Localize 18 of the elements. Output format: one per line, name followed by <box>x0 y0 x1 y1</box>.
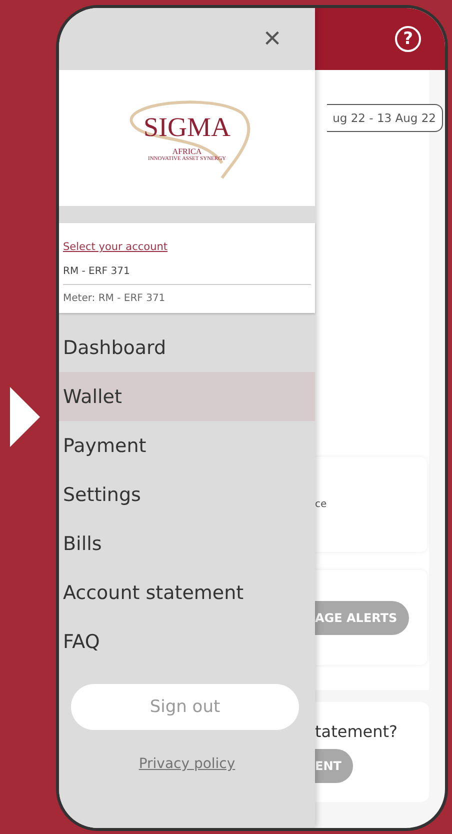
menu-item[interactable]: Account statement <box>59 568 315 617</box>
menu-item[interactable]: Settings <box>59 470 315 519</box>
logo-region: AFRICA <box>172 147 202 156</box>
meter-name: Meter: RM - ERF 371 <box>63 284 311 313</box>
close-button[interactable]: × <box>263 24 281 54</box>
menu-item[interactable]: Payment <box>59 421 315 470</box>
menu-item[interactable]: Dashboard <box>59 323 315 372</box>
account-name: RM - ERF 371 <box>63 265 131 279</box>
play-arrow-icon <box>10 387 40 447</box>
menu-item[interactable]: FAQ <box>59 617 315 666</box>
card-text: ce <box>315 499 328 510</box>
menu-item[interactable]: Wallet <box>59 372 315 421</box>
select-account-link[interactable]: Select your account <box>63 241 168 253</box>
menu-item[interactable]: Bills <box>59 519 315 568</box>
statement-question: tatement? <box>315 722 399 740</box>
help-button[interactable]: ? <box>395 26 421 52</box>
date-range-button[interactable]: ug 22 - 13 Aug 22 <box>326 104 443 132</box>
logo-name: SIGMA <box>143 114 230 141</box>
